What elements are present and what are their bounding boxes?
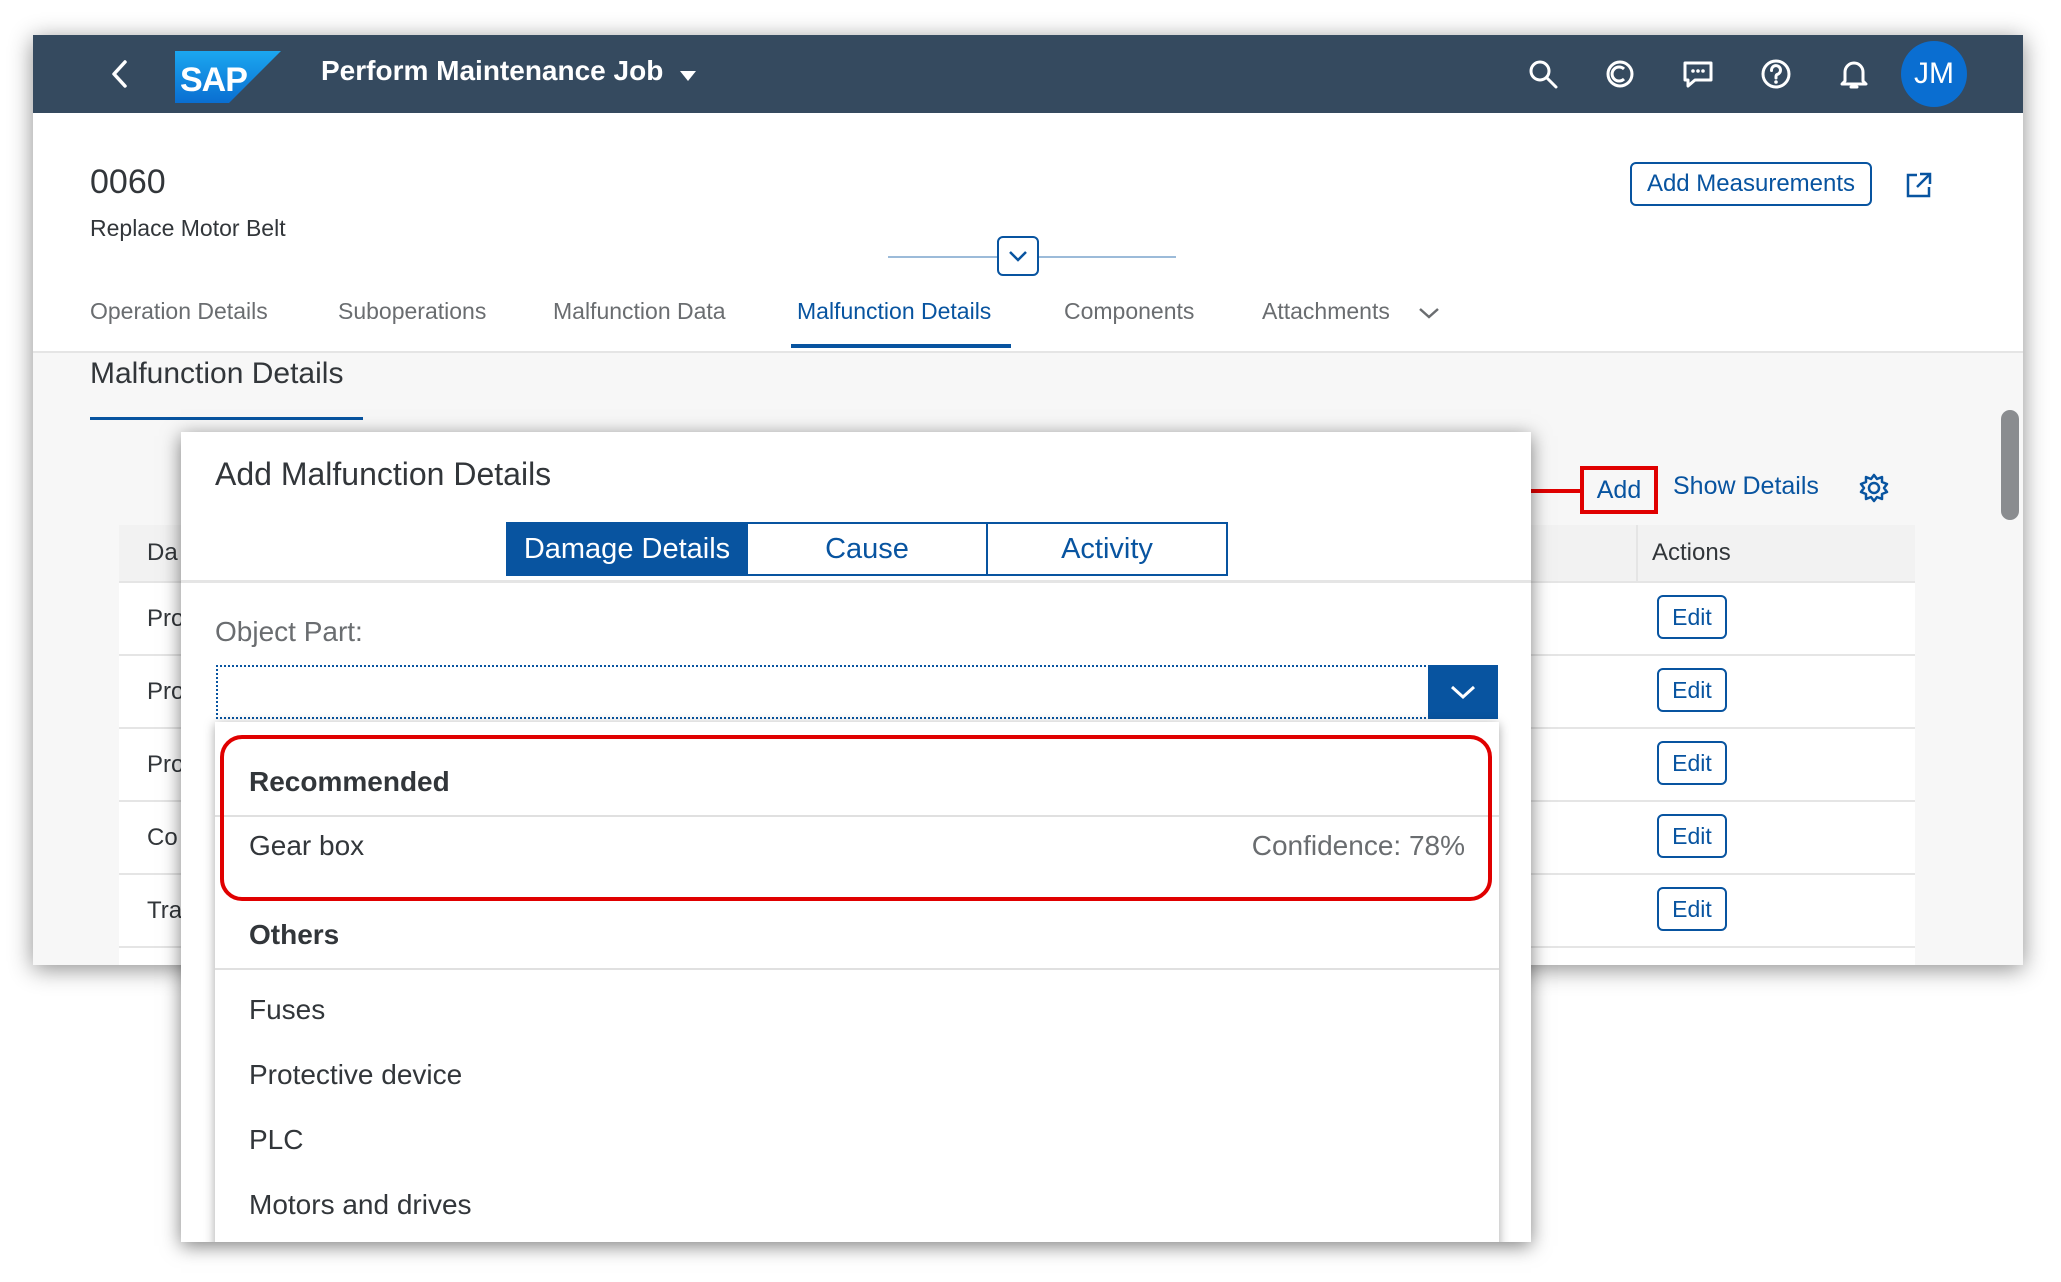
avatar[interactable]: JM: [1901, 41, 1967, 107]
sap-logo: SAP: [175, 51, 281, 103]
shell-bar: SAP Perform Maintenance Job JM: [33, 35, 2023, 113]
object-part-input[interactable]: [216, 665, 1498, 719]
chevron-down-icon: [1009, 251, 1027, 262]
table-cell: Pro: [147, 605, 185, 632]
object-part-label: Object Part:: [215, 616, 363, 647]
collapse-header-button[interactable]: [997, 236, 1039, 276]
object-part-dropdown-list: Recommended Gear box Confidence: 78% Oth…: [215, 722, 1499, 1242]
object-subtitle: Replace Motor Belt: [90, 215, 286, 241]
table-cell: Pro: [147, 678, 185, 705]
list-item[interactable]: Fuses: [249, 994, 325, 1026]
table-cell: Co: [147, 824, 178, 851]
active-tab-indicator: [791, 344, 1011, 348]
table-header-actions: Actions: [1652, 539, 1731, 566]
tab-suboperations[interactable]: Suboperations: [338, 298, 486, 325]
tabs-overflow-chevron-icon[interactable]: [1418, 306, 1440, 325]
annotation-highlight-box: [1580, 466, 1658, 514]
list-item[interactable]: PLC: [249, 1124, 303, 1156]
section-title: Malfunction Details: [90, 357, 344, 390]
object-id: 0060: [90, 163, 166, 201]
tab-components[interactable]: Components: [1064, 298, 1194, 325]
list-item[interactable]: Protective device: [249, 1059, 462, 1091]
svg-text:SAP: SAP: [180, 61, 247, 99]
add-malfunction-dialog: Add Malfunction Details Damage Details C…: [181, 432, 1531, 1242]
chevron-down-icon: [1450, 685, 1476, 700]
bell-icon[interactable]: [1829, 49, 1879, 99]
table-header-first-col: Da: [147, 539, 178, 566]
copilot-icon[interactable]: [1595, 49, 1645, 99]
annotation-highlight-box: [220, 735, 1492, 901]
section-title-underline: [90, 417, 363, 420]
edit-button[interactable]: Edit: [1657, 887, 1727, 931]
tab-attachments[interactable]: Attachments: [1262, 298, 1390, 325]
help-icon[interactable]: [1751, 49, 1801, 99]
group-divider: [215, 968, 1499, 970]
show-details-button[interactable]: Show Details: [1673, 472, 1819, 501]
segment-activity[interactable]: Activity: [986, 522, 1228, 576]
title-dropdown-icon: [679, 57, 697, 89]
search-icon[interactable]: [1518, 49, 1568, 99]
back-icon[interactable]: [95, 49, 145, 99]
edit-button[interactable]: Edit: [1657, 741, 1727, 785]
column-divider: [1636, 525, 1638, 581]
edit-button[interactable]: Edit: [1657, 814, 1727, 858]
dialog-divider: [181, 580, 1531, 583]
segment-damage-details[interactable]: Damage Details: [506, 522, 748, 576]
table-cell: Pro: [147, 751, 185, 778]
app-title-menu[interactable]: Perform Maintenance Job: [321, 55, 697, 89]
edit-button[interactable]: Edit: [1657, 668, 1727, 712]
object-part-dropdown-button[interactable]: [1428, 665, 1498, 719]
tab-malfunction-data[interactable]: Malfunction Data: [553, 298, 726, 325]
others-group-header: Others: [249, 919, 340, 950]
feedback-icon[interactable]: [1673, 49, 1723, 99]
tab-operation-details[interactable]: Operation Details: [90, 298, 268, 325]
dialog-title: Add Malfunction Details: [215, 456, 552, 492]
tabs-divider: [33, 351, 2023, 353]
app-title: Perform Maintenance Job: [321, 55, 664, 86]
segment-cause[interactable]: Cause: [746, 522, 988, 576]
table-cell: Tra: [147, 897, 183, 924]
list-item[interactable]: Motors and drives: [249, 1189, 472, 1221]
edit-button[interactable]: Edit: [1657, 595, 1727, 639]
scrollbar-thumb[interactable]: [2001, 410, 2019, 520]
add-measurements-button[interactable]: Add Measurements: [1630, 162, 1872, 206]
tab-malfunction-details[interactable]: Malfunction Details: [797, 298, 991, 325]
share-icon[interactable]: [1897, 163, 1941, 207]
gear-icon[interactable]: [1856, 470, 1892, 506]
